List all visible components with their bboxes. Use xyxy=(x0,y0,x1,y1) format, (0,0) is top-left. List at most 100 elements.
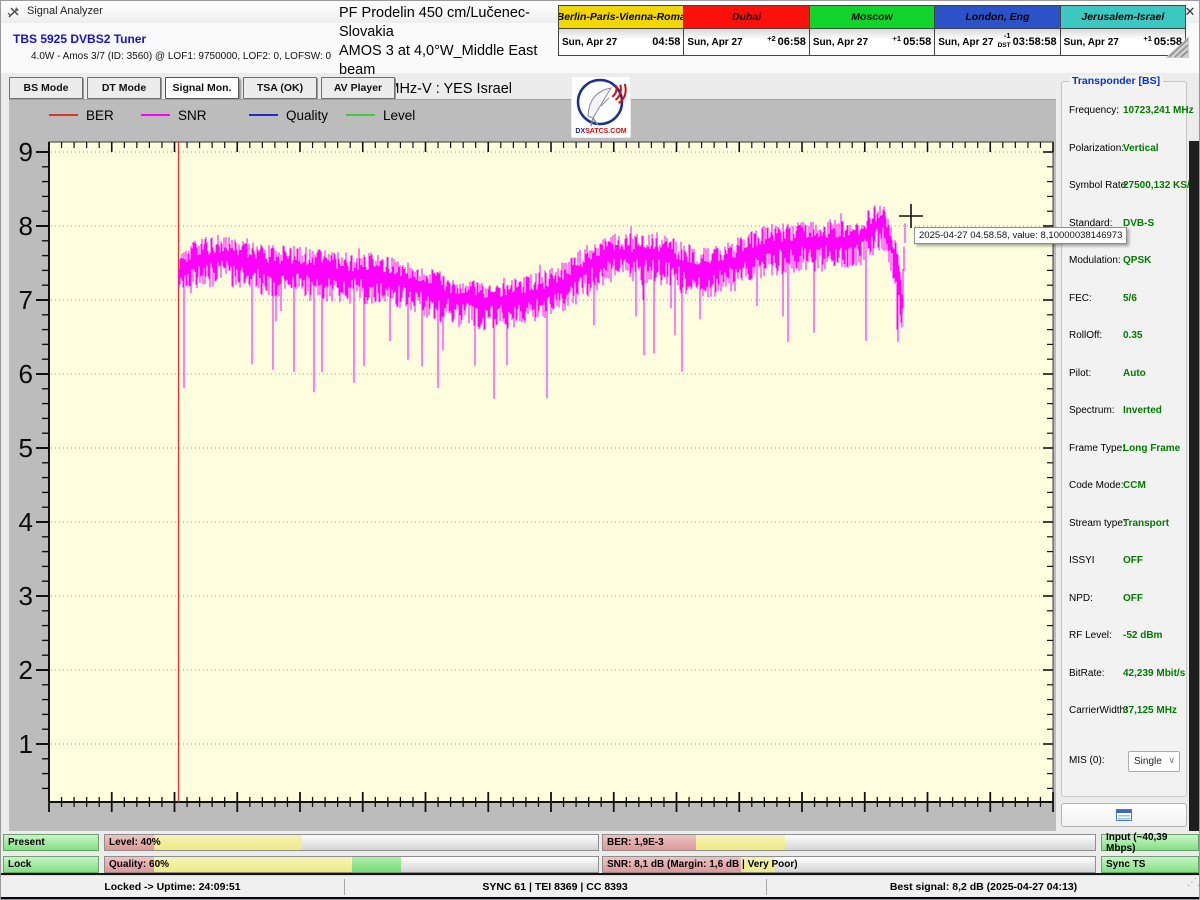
flag-lock: Lock xyxy=(3,856,99,873)
transponder-row: Polarization:Vertical xyxy=(1069,143,1185,157)
status-bar: Locked -> Uptime: 24:09:51 SYNC 61 | TEI… xyxy=(1,875,1200,897)
transponder-label: Modulation: xyxy=(1069,255,1121,266)
transponder-row: RollOff:0.35 xyxy=(1069,330,1185,344)
clock-time: 04:58 xyxy=(652,36,680,48)
transponder-value: OFF xyxy=(1123,593,1143,604)
transponder-label: BitRate: xyxy=(1069,668,1105,679)
clock-utc-offset: +1 xyxy=(893,35,902,43)
transponder-value: Long Frame xyxy=(1123,443,1180,454)
statusbar-resize-grip[interactable]: ⋰⋰ xyxy=(1187,879,1199,893)
logo-text-dx: DX xyxy=(575,128,585,135)
transponder-label: Frequency: xyxy=(1069,105,1119,116)
logo-text-rest: SATCS.COM xyxy=(585,128,627,135)
transponder-label: NPD: xyxy=(1069,593,1093,604)
chart-tooltip: 2025-04-27 04.58.58, value: 8,1000003814… xyxy=(914,227,1127,244)
transponder-value: 10723,241 MHz xyxy=(1123,105,1194,116)
status-box: Input (~40,39 Mbps) xyxy=(1101,834,1199,851)
tab-signal-mon-[interactable]: Signal Mon. xyxy=(165,77,239,99)
y-axis-label: 7 xyxy=(5,284,33,316)
tab-dt-mode[interactable]: DT Mode xyxy=(87,77,161,99)
transponder-label: CarrierWidth: xyxy=(1069,705,1128,716)
window-list-icon xyxy=(1116,809,1132,821)
clock-time: 03:58:58 xyxy=(1013,36,1057,48)
meter-bar-label: Quality: 60% xyxy=(109,859,169,870)
transponder-value: CCM xyxy=(1123,480,1146,491)
flag-present: Present xyxy=(3,834,99,851)
transponder-row: Pilot: Auto xyxy=(1069,368,1185,382)
y-axis-label: 5 xyxy=(5,432,33,464)
clock-city-label: Berlin-Paris-Vienna-Roma xyxy=(559,6,683,29)
clock-time: 06:58 xyxy=(778,36,806,48)
dish-info-line: PF Prodelin 450 cm/Lučenec-Slovakia xyxy=(339,4,564,42)
transponder-value: Vertical xyxy=(1123,143,1159,154)
meter-zone-green xyxy=(352,857,401,872)
transponder-value: OFF xyxy=(1123,555,1143,566)
meter-zone-yellow xyxy=(154,835,302,850)
status-lock-uptime: Locked -> Uptime: 24:09:51 xyxy=(1,876,344,898)
transponder-value: Auto xyxy=(1123,368,1146,379)
clock-dubai: Dubai Sun, Apr 27+206:58 xyxy=(684,6,809,55)
transponder-label: ISSYI xyxy=(1069,555,1095,566)
meter-bar-label: SNR: 8,1 dB (Margin: 1,6 dB | Very Poor) xyxy=(607,859,798,870)
tab-tsa-ok-[interactable]: TSA (OK) xyxy=(243,77,317,99)
clock-offset: +2 xyxy=(743,38,776,46)
mis-row: MIS (0): Single ∨ xyxy=(1069,751,1185,773)
transponder-value: QPSK xyxy=(1123,255,1151,266)
clock-time-row: Sun, Apr 27-1DST03:58:58 xyxy=(935,29,1059,55)
clock-date: Sun, Apr 27 xyxy=(562,37,617,48)
app-icon xyxy=(7,5,21,19)
clock-utc-offset: +1 xyxy=(1143,35,1152,43)
clock-city-label: London, Eng xyxy=(935,6,1059,29)
dish-info-line: AMOS 3 at 4,0°W_Middle East beam xyxy=(339,42,564,80)
world-clocks: Berlin-Paris-Vienna-Roma Sun, Apr 27 04:58… xyxy=(558,5,1186,56)
clock-city-label: Dubai xyxy=(684,6,808,29)
transponder-value: 5/6 xyxy=(1123,293,1137,304)
transponder-row: NPD: OFF xyxy=(1069,593,1185,607)
mis-dropdown[interactable]: Single ∨ xyxy=(1128,751,1180,772)
transponder-row: Frame Type:Long Frame xyxy=(1069,443,1185,457)
clock-offset: +1 xyxy=(1119,38,1152,46)
tab-av-player[interactable]: AV Player xyxy=(321,77,395,99)
clock-utc-offset: -1 xyxy=(1004,32,1011,40)
status-sync-counters: SYNC 61 | TEI 8369 | CC 8393 xyxy=(344,876,766,898)
y-axis-label: 3 xyxy=(5,580,33,612)
transponder-label: Symbol Rate: xyxy=(1069,180,1129,191)
transponder-value: -52 dBm xyxy=(1123,630,1162,641)
status-box: Sync TS xyxy=(1101,856,1199,873)
transponder-value: 37,125 MHz xyxy=(1123,705,1177,716)
chevron-down-icon: ∨ xyxy=(1168,755,1175,766)
transponder-label: Spectrum: xyxy=(1069,405,1115,416)
transponder-value: 42,239 Mbit/s xyxy=(1123,668,1185,679)
clock-time-row: Sun, Apr 27+105:58 xyxy=(810,29,934,55)
transponder-value: DVB-S xyxy=(1123,218,1154,229)
transport-list-button[interactable] xyxy=(1061,803,1187,827)
right-scrollbar[interactable] xyxy=(1189,141,1199,831)
transponder-row: Code Mode:CCM xyxy=(1069,480,1185,494)
mis-label: MIS (0): xyxy=(1069,755,1105,766)
transponder-row: BitRate: 42,239 Mbit/s xyxy=(1069,668,1185,682)
transponder-label: Pilot: xyxy=(1069,368,1091,379)
clock-time: 05:58 xyxy=(903,36,931,48)
y-axis-label: 4 xyxy=(5,506,33,538)
tab-bs-mode[interactable]: BS Mode xyxy=(9,77,83,99)
resize-grip-icon[interactable] xyxy=(1153,34,1189,58)
clock-moscow: MoscowSun, Apr 27+105:58 xyxy=(810,6,935,55)
meter-bar-label: Level: 40% xyxy=(109,837,161,848)
meter-bar: BER: 1,9E-3 xyxy=(602,834,1096,851)
svg-text:DXSATCS.COM: DXSATCS.COM xyxy=(575,128,626,135)
y-axis-label: 6 xyxy=(5,358,33,390)
window-title: Signal Analyzer xyxy=(27,5,103,17)
transponder-label: RollOff: xyxy=(1069,330,1102,341)
clock-city-label: Moscow xyxy=(810,6,934,29)
clock-offset: -1DST xyxy=(993,35,1010,49)
meter-bar: Quality: 60% xyxy=(104,856,599,873)
crosshair-cursor xyxy=(899,204,923,228)
transponder-row: Frequency:10723,241 MHz xyxy=(1069,105,1185,119)
clock-date: Sun, Apr 27 xyxy=(938,37,993,48)
transponder-row: FEC:5/6 xyxy=(1069,293,1185,307)
transponder-value: Transport xyxy=(1123,518,1169,529)
tuner-subtitle: 4.0W - Amos 3/7 (ID: 3560) @ LOF1: 97500… xyxy=(31,51,331,62)
clock-date: Sun, Apr 27 xyxy=(687,37,742,48)
meter-bar: Level: 40% xyxy=(104,834,599,851)
y-axis-label: 2 xyxy=(5,654,33,686)
